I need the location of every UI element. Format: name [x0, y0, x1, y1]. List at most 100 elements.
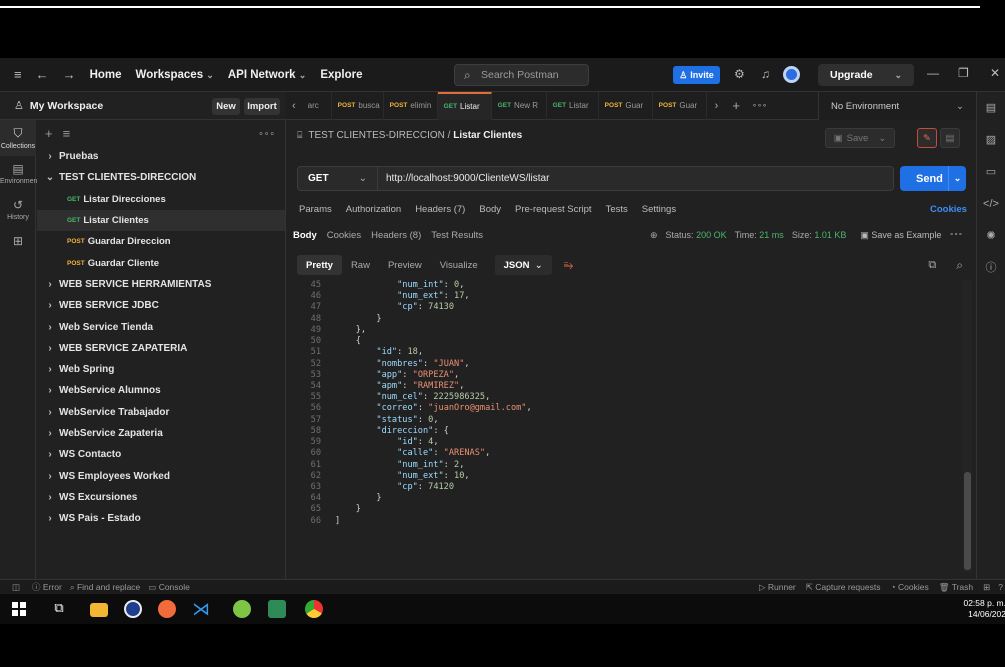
error-button[interactable]: ⓘ Error — [32, 581, 62, 593]
view-preview[interactable]: Preview — [379, 255, 431, 275]
task-view-icon[interactable]: ⧉ — [50, 600, 68, 618]
more-icon[interactable]: ∘∘∘ — [949, 230, 962, 241]
url-input[interactable]: http://localhost:9000/ClienteWS/listar — [378, 173, 549, 184]
collection-folder[interactable]: › Pruebas — [37, 146, 285, 167]
documentation-icon[interactable]: ▨ — [977, 124, 1005, 156]
request-tab[interactable]: POST Guar — [653, 91, 707, 120]
find-replace-button[interactable]: ⌕ Find and replace — [70, 582, 140, 593]
workspace-title[interactable]: My Workspace — [30, 100, 103, 112]
copy-icon[interactable]: ⧉ — [928, 259, 936, 272]
nav-workspaces[interactable]: Workspaces ⌄ — [136, 69, 214, 81]
add-tab-icon[interactable]: + — [726, 98, 746, 113]
layout-icon[interactable]: ⊞ — [983, 582, 990, 593]
send-dropdown-icon[interactable]: ⌄ — [948, 166, 966, 191]
settings-gear-icon[interactable]: ⚙ — [734, 67, 745, 81]
search-icon[interactable]: ⌕ — [956, 258, 963, 273]
nav-home[interactable]: Home — [90, 69, 122, 81]
tab-pre-request-script[interactable]: Pre-request Script — [515, 204, 592, 215]
file-explorer-icon[interactable] — [90, 603, 108, 617]
help-icon[interactable]: ? — [998, 582, 1003, 592]
collection-folder[interactable]: › Web Service Tienda — [37, 316, 285, 337]
import-button[interactable]: Import — [244, 98, 280, 115]
capture-requests-button[interactable]: ⇱ Capture requests — [806, 582, 881, 593]
request-item[interactable]: GET Listar Clientes — [37, 209, 285, 232]
info-icon[interactable]: ⓘ — [977, 252, 1005, 284]
environment-selector[interactable]: No Environment ⌄ — [818, 92, 976, 120]
avatar[interactable] — [783, 66, 800, 83]
tab-headers[interactable]: Headers (7) — [415, 204, 465, 215]
windows-start-icon[interactable] — [12, 602, 26, 616]
tab-params[interactable]: Params — [299, 204, 332, 215]
code-scrollbar-thumb[interactable] — [964, 472, 971, 570]
docs-icon[interactable]: ▤ — [940, 128, 960, 148]
lightbulb-icon[interactable]: ✺ — [977, 220, 1005, 252]
request-tab[interactable]: GET New R — [492, 91, 547, 120]
collection-folder[interactable]: › WebService Alumnos — [37, 380, 285, 401]
tab-tests[interactable]: Tests — [606, 204, 628, 215]
tabs-scroll-left-icon[interactable]: ‹ — [286, 100, 302, 112]
view-visualize[interactable]: Visualize — [431, 255, 487, 275]
collection-folder[interactable]: › WebService Zapateria — [37, 423, 285, 444]
resp-tab-headers[interactable]: Headers (8) — [371, 230, 421, 241]
spring-tools-icon[interactable] — [233, 600, 251, 618]
request-item[interactable]: POST Guardar Cliente — [37, 252, 285, 273]
more-icon[interactable]: ∘∘∘ — [258, 128, 275, 139]
request-tab[interactable]: GET Listar — [547, 91, 599, 120]
response-body-code[interactable]: 45 "num_int": 0, 46 "num_ext": 17, 47 "cp"… — [297, 280, 962, 572]
breadcrumb-request[interactable]: Listar Clientes — [453, 130, 522, 141]
tab-more-icon[interactable]: ∘∘∘ — [746, 101, 773, 110]
comments-icon[interactable]: ▭ — [977, 156, 1005, 188]
request-tab[interactable]: POST Guar — [599, 91, 653, 120]
view-raw[interactable]: Raw — [342, 255, 379, 275]
resp-tab-body[interactable]: Body — [293, 230, 317, 241]
app-icon[interactable] — [268, 600, 286, 618]
sidebar-history[interactable]: ↺ History — [0, 192, 36, 228]
trash-button[interactable]: 🗑 Trash — [939, 582, 973, 593]
request-item[interactable]: POST Guardar Direccion — [37, 231, 285, 252]
nav-explore[interactable]: Explore — [320, 69, 362, 81]
minimize-icon[interactable]: — — [927, 66, 939, 80]
runner-button[interactable]: ▷ Runner — [759, 582, 796, 593]
cookies-button[interactable]: ◔ Cookies — [890, 582, 928, 592]
toggle-sidebar-icon[interactable]: ◫ — [12, 582, 20, 593]
request-tab[interactable]: arc — [302, 91, 332, 120]
chrome-icon[interactable] — [305, 600, 323, 618]
collection-folder[interactable]: ⌄ TEST CLIENTES-DIRECCION — [37, 167, 285, 188]
edit-icon[interactable]: ✎ — [917, 128, 937, 148]
collection-folder[interactable]: › WEB SERVICE JDBC — [37, 295, 285, 316]
sidebar-collections[interactable]: ⛉ Collections — [0, 120, 36, 156]
sidebar-environments[interactable]: ▤ Environments — [0, 156, 43, 192]
resp-tab-test-results[interactable]: Test Results — [431, 230, 483, 241]
request-tab[interactable]: POST elimin — [384, 91, 438, 120]
eclipse-icon[interactable] — [124, 600, 142, 618]
resp-tab-cookies[interactable]: Cookies — [327, 230, 361, 241]
postman-icon[interactable] — [158, 600, 176, 618]
cookies-link[interactable]: Cookies — [930, 204, 967, 215]
restore-window-icon[interactable]: ❐ — [958, 66, 969, 80]
tab-body[interactable]: Body — [479, 204, 501, 215]
collection-folder[interactable]: › WS Contacto — [37, 444, 285, 465]
view-pretty[interactable]: Pretty — [297, 255, 342, 275]
tab-authorization[interactable]: Authorization — [346, 204, 401, 215]
console-button[interactable]: ▭ Console — [148, 582, 190, 593]
api-icon[interactable]: ▤ — [977, 92, 1005, 124]
code-icon[interactable]: </> — [977, 188, 1005, 220]
close-window-icon[interactable]: ✕ — [990, 66, 1000, 80]
collection-folder[interactable]: › WS Employees Worked — [37, 465, 285, 486]
collection-folder[interactable]: › WEB SERVICE ZAPATERIA — [37, 338, 285, 359]
request-tab[interactable]: POST busca — [332, 91, 384, 120]
request-tab[interactable]: GET Listar — [437, 91, 492, 120]
request-item[interactable]: GET Listar Direcciones — [37, 189, 285, 210]
invite-button[interactable]: ♙ Invite — [673, 66, 720, 84]
forward-arrow-icon[interactable]: → — [63, 67, 76, 82]
back-arrow-icon[interactable]: ← — [36, 67, 49, 82]
tab-settings[interactable]: Settings — [642, 204, 676, 215]
sidebar-flows[interactable]: ⊞ — [0, 228, 36, 264]
nav-api-network[interactable]: API Network ⌄ — [228, 69, 307, 81]
upgrade-button[interactable]: Upgrade ⌄ — [818, 64, 914, 86]
collection-folder[interactable]: › WS Pais - Estado — [37, 508, 285, 529]
collection-folder[interactable]: › Web Spring — [37, 359, 285, 380]
method-select[interactable]: GET ⌄ — [298, 167, 378, 190]
format-select[interactable]: JSON ⌄ — [494, 255, 552, 275]
add-icon[interactable]: + — [45, 126, 53, 141]
